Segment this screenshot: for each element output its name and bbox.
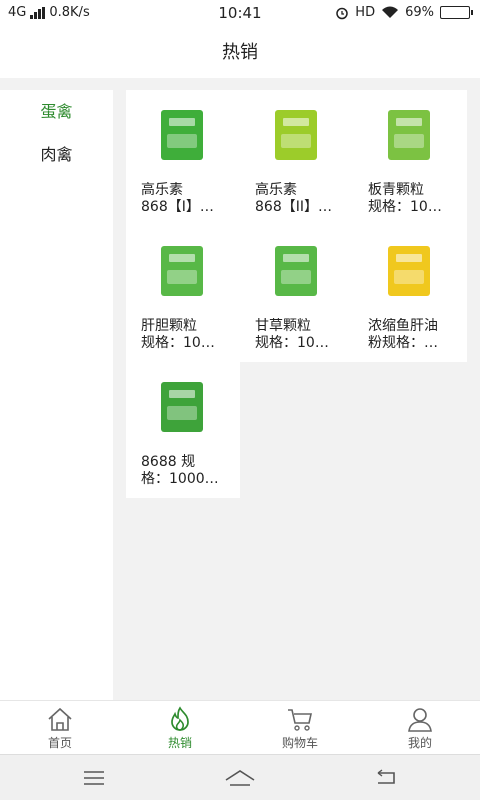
tab-label: 我的 (407, 736, 432, 750)
tab-home[interactable]: 首页 (0, 701, 120, 754)
product-image (161, 246, 203, 296)
tab-label: 热销 (167, 736, 192, 750)
nav-home-icon (225, 770, 255, 786)
status-right: HD 69% (335, 5, 473, 20)
battery-percent: 69% (405, 5, 434, 20)
product-image (388, 246, 430, 296)
product-name: 板青颗粒 (368, 182, 424, 198)
cart-icon (288, 709, 312, 731)
product-card[interactable]: 高乐素 868【II】… (240, 90, 354, 226)
status-bar: 4G 0.8K/s 10:41 HD 69% (0, 0, 480, 28)
bottom-tab-bar: 首页 热销 购物车 我的 (0, 700, 480, 754)
category-sidebar: 蛋禽 肉禽 (0, 90, 113, 700)
product-image (161, 110, 203, 160)
hd-badge: HD (355, 5, 376, 20)
system-nav-bar (0, 754, 480, 800)
product-name: 甘草颗粒 (255, 318, 311, 334)
menu-icon (84, 771, 104, 785)
sidebar-item-meat-poultry[interactable]: 肉禽 (0, 133, 113, 176)
product-spec: 规格：10… (368, 199, 442, 215)
tab-label: 购物车 (281, 736, 318, 750)
sidebar-item-egg-poultry[interactable]: 蛋禽 (0, 90, 113, 133)
home-icon (48, 707, 72, 731)
product-card[interactable]: 板青颗粒 规格：10… (353, 90, 467, 226)
product-card[interactable]: 高乐素 868【I】… (126, 90, 240, 226)
page-title: 热销 (0, 28, 480, 78)
menu-button[interactable] (74, 765, 114, 791)
back-icon (377, 769, 395, 784)
product-card[interactable]: 甘草颗粒 规格：10… (240, 226, 354, 362)
product-name: 浓缩鱼肝油 (368, 318, 438, 334)
product-name: 高乐素 (255, 182, 297, 198)
product-card[interactable]: 8688 规 格：1000… (126, 362, 240, 498)
tab-label: 首页 (47, 736, 72, 750)
product-spec: 粉规格：… (368, 335, 438, 351)
tab-mine[interactable]: 我的 (360, 701, 480, 754)
product-card[interactable]: 肝胆颗粒 规格：10… (126, 226, 240, 362)
product-name: 肝胆颗粒 (141, 318, 197, 334)
product-spec: 格：1000… (141, 471, 219, 487)
product-image (388, 110, 430, 160)
alarm-icon (336, 7, 349, 19)
product-name: 8688 规 (141, 454, 196, 470)
product-card[interactable]: 浓缩鱼肝油 粉规格：… (353, 226, 467, 362)
tab-hot-sale[interactable]: 热销 (120, 701, 240, 754)
product-spec: 868【I】… (141, 199, 214, 215)
product-name: 高乐素 (141, 182, 183, 198)
home-nav-button[interactable] (220, 765, 260, 791)
product-image (275, 110, 317, 160)
product-spec: 规格：10… (255, 335, 329, 351)
product-spec: 868【II】… (255, 199, 332, 215)
wifi-icon (382, 6, 399, 18)
product-image (275, 246, 317, 296)
tab-cart[interactable]: 购物车 (240, 701, 360, 754)
product-image (161, 382, 203, 432)
back-button[interactable] (366, 765, 406, 791)
battery-icon (440, 6, 473, 19)
product-spec: 规格：10… (141, 335, 215, 351)
fire-icon (171, 706, 189, 731)
user-icon (408, 708, 432, 732)
